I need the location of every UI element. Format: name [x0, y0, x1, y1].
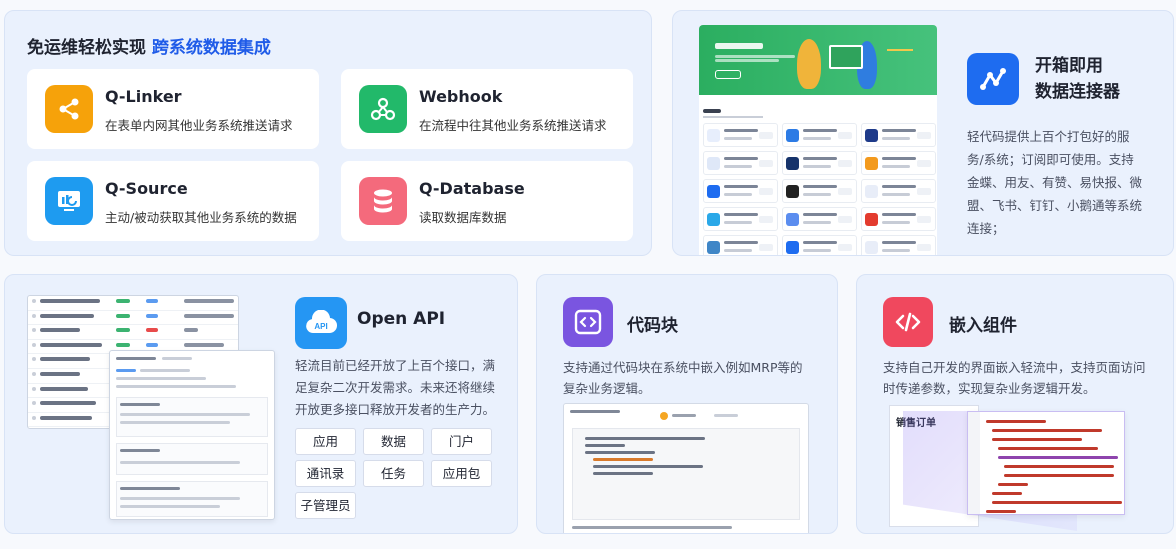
api-tag-task[interactable]: 任务	[363, 460, 424, 487]
feature-q-source[interactable]: Q-Source 主动/被动获取其他业务系统的数据	[27, 161, 319, 241]
code-block-card: 代码块 支持通过代码块在系统中嵌入例如MRP等的复杂业务逻辑。	[536, 274, 838, 534]
embed-desc: 支持自己开发的界面嵌入轻流中，支持页面访问时传递参数，实现复杂业务逻辑开发。	[883, 360, 1146, 396]
connector-banner	[699, 25, 937, 95]
monitor-icon	[45, 177, 93, 225]
api-tag-portal[interactable]: 门户	[431, 428, 492, 455]
webhook-icon	[359, 85, 407, 133]
connector-tile[interactable]	[703, 179, 778, 203]
feature-name: Q-Source	[105, 179, 188, 198]
code-block-title: 代码块	[627, 316, 678, 336]
feature-desc: 主动/被动获取其他业务系统的数据	[105, 210, 297, 225]
connector-title-line1: 开箱即用	[1035, 56, 1103, 76]
connector-tile[interactable]	[861, 179, 936, 203]
feature-q-database[interactable]: Q-Database 读取数据库数据	[341, 161, 633, 241]
connector-tile[interactable]	[782, 123, 857, 147]
open-api-title: Open API	[357, 309, 446, 329]
embed-component-card: 嵌入组件 支持自己开发的界面嵌入轻流中，支持页面访问时传递参数，实现复杂业务逻辑…	[856, 274, 1174, 534]
connector-tile[interactable]	[861, 151, 936, 175]
title-highlight: 跨系统数据集成	[151, 38, 271, 58]
connector-tile[interactable]	[703, 123, 778, 147]
connector-desc: 轻代码提供上百个打包好的服务/系统；订阅即可使用。支持金蝶、用友、有赞、易快报、…	[967, 129, 1143, 236]
api-tag-app-package[interactable]: 应用包	[431, 460, 492, 487]
connector-tile[interactable]	[782, 179, 857, 203]
connector-title: 开箱即用 数据连接器	[1035, 53, 1120, 105]
connector-icon	[967, 53, 1019, 105]
connector-tile[interactable]	[782, 151, 857, 175]
feature-webhook[interactable]: Webhook 在流程中往其他业务系统推送请求	[341, 69, 633, 149]
integration-title: 免运维轻松实现 跨系统数据集成	[27, 33, 271, 58]
connector-tile[interactable]	[703, 235, 778, 255]
svg-text:API: API	[314, 322, 327, 331]
connector-center-screenshot	[699, 25, 937, 255]
connector-tile[interactable]	[782, 207, 857, 231]
connector-tile[interactable]	[861, 235, 936, 255]
api-cloud-icon: API	[295, 297, 347, 349]
feature-name: Webhook	[419, 87, 503, 106]
database-icon	[359, 177, 407, 225]
integration-card: 免运维轻松实现 跨系统数据集成 Q-Linker 在表单内网其他业务系统推送请求…	[4, 10, 652, 256]
connector-title-line2: 数据连接器	[1035, 82, 1120, 102]
api-detail-screenshot	[109, 350, 275, 520]
api-tag-sub-admin[interactable]: 子管理员	[295, 492, 356, 519]
feature-desc: 在流程中往其他业务系统推送请求	[419, 118, 607, 133]
api-tag-app[interactable]: 应用	[295, 428, 356, 455]
open-api-desc: 轻流目前已经开放了上百个接口，满足复杂二次开发需求。未来还将继续开放更多接口释放…	[295, 358, 496, 417]
api-tag-data[interactable]: 数据	[363, 428, 424, 455]
feature-desc: 在表单内网其他业务系统推送请求	[105, 118, 293, 133]
connector-tile[interactable]	[861, 207, 936, 231]
open-api-card: API Open API 轻流目前已经开放了上百个接口，满足复杂二次开发需求。未…	[4, 274, 518, 534]
code-block-desc: 支持通过代码块在系统中嵌入例如MRP等的复杂业务逻辑。	[563, 360, 803, 396]
api-tag-contacts[interactable]: 通讯录	[295, 460, 356, 487]
code-icon	[563, 297, 613, 347]
connector-tile[interactable]	[861, 123, 936, 147]
embed-title: 嵌入组件	[949, 316, 1017, 336]
feature-name: Q-Linker	[105, 87, 182, 106]
feature-name: Q-Database	[419, 179, 525, 198]
feature-desc: 读取数据库数据	[419, 210, 507, 225]
feature-q-linker[interactable]: Q-Linker 在表单内网其他业务系统推送请求	[27, 69, 319, 149]
connector-tile[interactable]	[782, 235, 857, 255]
embed-code-screenshot	[967, 411, 1125, 515]
code-editor-screenshot	[563, 403, 809, 533]
title-prefix: 免运维轻松实现	[27, 38, 146, 58]
connector-tile[interactable]	[703, 151, 778, 175]
connector-tile[interactable]	[703, 207, 778, 231]
embed-code-icon	[883, 297, 933, 347]
connector-card: 开箱即用数据连接器 轻代码提供上百个打包好的服务/系统；订阅即可使用。支持金蝶、…	[672, 10, 1174, 256]
share-icon	[45, 85, 93, 133]
